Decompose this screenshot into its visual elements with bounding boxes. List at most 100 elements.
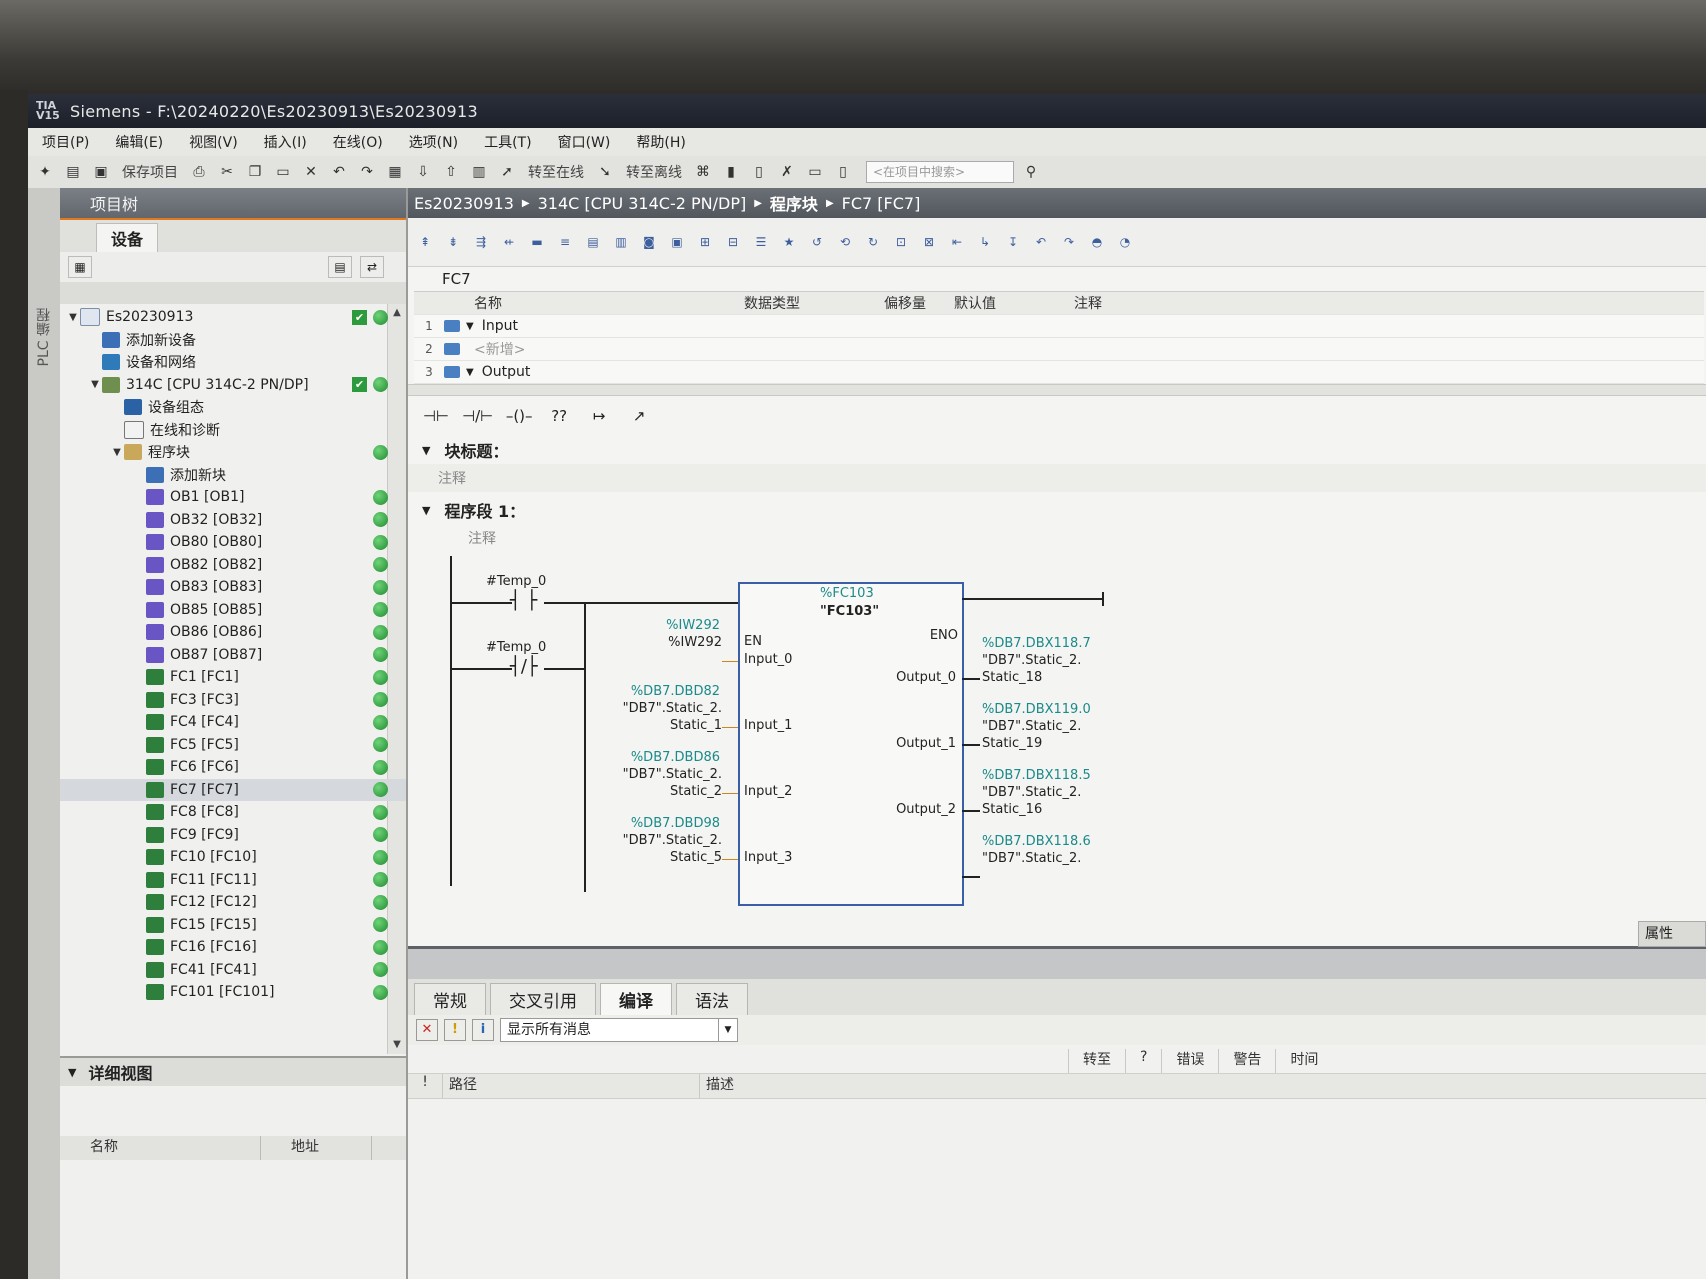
col-default[interactable]: 默认值	[954, 293, 1074, 313]
menu-item[interactable]: 编辑(E)	[115, 132, 163, 152]
breadcrumb-project[interactable]: Es20230913	[414, 194, 514, 213]
chevron-down-icon[interactable]: ▼	[718, 1019, 737, 1041]
tree-item[interactable]: FC16 [FC16]	[60, 936, 406, 959]
compare-icon[interactable]: ⊠	[918, 231, 940, 253]
contact2-tag[interactable]: #Temp_0	[486, 640, 546, 655]
input-pin-label[interactable]: Input_3	[744, 850, 792, 865]
col-warnings[interactable]: 警告	[1218, 1049, 1275, 1073]
output-address[interactable]: %DB7.DBX118.6	[982, 834, 1091, 849]
delete-icon[interactable]: ✕	[300, 161, 322, 183]
tree-item[interactable]: FC3 [FC3]	[60, 689, 406, 712]
info-filter-icon[interactable]: i	[472, 1019, 494, 1041]
nc-contact-tool[interactable]: ⊣/⊢	[462, 405, 493, 427]
tree-item[interactable]: ▼ 程序块	[60, 441, 406, 464]
block-title[interactable]: 块标题：	[444, 438, 508, 462]
output-address[interactable]: %DB7.DBX119.0	[982, 702, 1091, 717]
output-pin-label[interactable]: Output_1	[896, 736, 956, 751]
plc-programming-strip[interactable]: PLC 编程	[28, 188, 60, 1279]
overview-icon[interactable]: ▦	[68, 256, 92, 278]
output-pin-label[interactable]: Output_0	[896, 670, 956, 685]
tab-devices[interactable]: 设备	[96, 223, 159, 252]
cross-reference-icon[interactable]: ✗	[776, 161, 798, 183]
go-offline-icon[interactable]: ➘	[594, 161, 616, 183]
input-pin-label[interactable]: Input_2	[744, 784, 792, 799]
output-symbol-member[interactable]: Static_16	[982, 802, 1042, 817]
glasses-icon[interactable]: ◓	[1086, 231, 1108, 253]
col-goto[interactable]: 转至	[1068, 1049, 1125, 1073]
col-path[interactable]: 路径	[442, 1074, 699, 1098]
col-errors[interactable]: 错误	[1161, 1049, 1218, 1073]
breakpoint-icon[interactable]: ⟲	[834, 231, 856, 253]
tree-item[interactable]: OB85 [OB85]	[60, 599, 406, 622]
network-title[interactable]: 程序段 1：	[444, 498, 525, 522]
redo-icon[interactable]: ↷	[356, 161, 378, 183]
tree-item[interactable]: 添加新设备	[60, 329, 406, 352]
paste-icon[interactable]: ▭	[272, 161, 294, 183]
tree-item[interactable]: OB80 [OB80]	[60, 531, 406, 554]
interface-splitter[interactable]	[408, 384, 1706, 396]
go-online-button[interactable]: 转至在线	[524, 161, 588, 183]
copy-icon[interactable]: ❐	[244, 161, 266, 183]
tree-item[interactable]: OB87 [OB87]	[60, 644, 406, 667]
input-address[interactable]: %IW292	[666, 618, 720, 633]
output-symbol[interactable]: "DB7".Static_2.	[982, 785, 1081, 800]
tree-item[interactable]: FC9 [FC9]	[60, 824, 406, 847]
tree-item[interactable]: 设备和网络	[60, 351, 406, 374]
output-symbol-member[interactable]: Static_19	[982, 736, 1042, 751]
tree-item[interactable]: OB32 [OB32]	[60, 509, 406, 532]
print-icon[interactable]: ⎙	[188, 161, 210, 183]
interface-row[interactable]: 1 ▼ Input	[414, 315, 1704, 338]
tree-item[interactable]: OB1 [OB1]	[60, 486, 406, 509]
tree-item[interactable]: 设备组态	[60, 396, 406, 419]
network-comment-icon[interactable]: ☰	[750, 231, 772, 253]
interface-row[interactable]: 3 ▼ Output	[414, 361, 1704, 384]
tree-item[interactable]: 在线和诊断	[60, 419, 406, 442]
block-comment[interactable]: 注释	[408, 464, 1706, 492]
detail-col-address[interactable]: 地址	[261, 1136, 372, 1160]
tree-item[interactable]: FC41 [FC41]	[60, 959, 406, 982]
interface-name-cell[interactable]: ▼ Input	[444, 318, 714, 334]
close-all-icon[interactable]: ⊟	[722, 231, 744, 253]
col-offset[interactable]: 偏移量	[884, 293, 954, 313]
go-online-icon[interactable]: ➚	[496, 161, 518, 183]
properties-tab[interactable]: 属性	[1638, 921, 1706, 947]
expand-toggle-icon[interactable]: ▼	[66, 312, 80, 323]
compile-icon[interactable]: ▦	[384, 161, 406, 183]
col-help[interactable]: ?	[1125, 1049, 1161, 1073]
output-symbol[interactable]: "DB7".Static_2.	[982, 851, 1081, 866]
tree-item[interactable]: 添加新块	[60, 464, 406, 487]
output-symbol[interactable]: "DB7".Static_2.	[982, 719, 1081, 734]
tab-3[interactable]: 语法	[676, 983, 748, 1015]
coil-tool[interactable]: –()–	[505, 405, 533, 427]
open-branch-tool[interactable]: ↦	[585, 405, 613, 427]
network-title-row[interactable]: ▼ 程序段 1：	[408, 496, 1706, 524]
start-cpu-icon[interactable]: ▮	[720, 161, 742, 183]
expand-toggle-icon[interactable]: ▼	[88, 379, 102, 390]
menu-item[interactable]: 工具(T)	[484, 132, 531, 152]
scroll-down-icon[interactable]: ▼	[388, 1036, 406, 1054]
input-pin-label[interactable]: Input_1	[744, 718, 792, 733]
menu-item[interactable]: 项目(P)	[42, 132, 89, 152]
breadcrumb-block[interactable]: FC7 [FC7]	[842, 194, 921, 213]
expand-icon[interactable]: ▤	[582, 231, 604, 253]
tree-item[interactable]: FC5 [FC5]	[60, 734, 406, 757]
return-icon[interactable]: ↶	[1030, 231, 1052, 253]
output-symbol-member[interactable]: Static_18	[982, 670, 1042, 685]
close-branch-tool[interactable]: ↗	[625, 405, 653, 427]
contact1-tag[interactable]: #Temp_0	[486, 574, 546, 589]
tree-item[interactable]: OB82 [OB82]	[60, 554, 406, 577]
insert-network-icon[interactable]: ⇶	[470, 231, 492, 253]
interface-name-cell[interactable]: <新增>	[444, 339, 714, 359]
interface-row[interactable]: 2 <新增>	[414, 338, 1704, 361]
menu-item[interactable]: 视图(V)	[189, 132, 238, 152]
input-address[interactable]: %DB7.DBD82	[631, 684, 720, 699]
collapse-icon[interactable]: ▼	[422, 444, 430, 457]
save-project-button[interactable]: 保存项目	[118, 161, 182, 183]
input-symbol[interactable]: "DB7".Static_2.	[623, 767, 722, 782]
favorites-icon[interactable]: ▣	[666, 231, 688, 253]
col-comment[interactable]: 注释	[1074, 293, 1394, 313]
tree-item[interactable]: FC7 [FC7]	[60, 778, 406, 801]
tree-item[interactable]: ▼ 314C [CPU 314C-2 PN/DP] ✔	[60, 374, 406, 397]
input-address[interactable]: %DB7.DBD98	[631, 816, 720, 831]
upload-icon[interactable]: ⇧	[440, 161, 462, 183]
